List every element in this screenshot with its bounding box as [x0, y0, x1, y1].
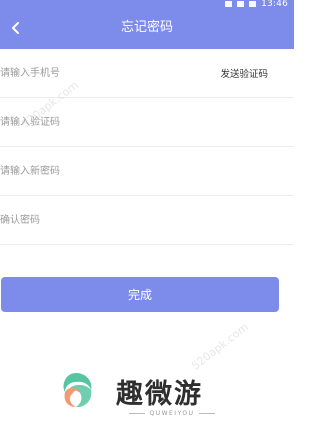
quweiyou-logo-icon	[63, 373, 92, 408]
page-title: 忘记密码	[120, 20, 173, 35]
new-password-row	[0, 147, 294, 196]
status-time: 13:46	[261, 0, 288, 9]
brand-subtitle: QUWEIYOU	[122, 410, 222, 417]
phone-input[interactable]	[0, 63, 190, 83]
code-row	[0, 98, 294, 147]
verification-code-input[interactable]	[0, 112, 190, 132]
submit-button[interactable]: 完成	[1, 277, 279, 312]
status-bar: 13:46	[225, 0, 288, 9]
new-password-input[interactable]	[0, 161, 190, 181]
wifi-icon	[225, 1, 233, 7]
phone-row: 发送验证码	[0, 49, 294, 98]
send-code-button[interactable]: 发送验证码	[220, 66, 268, 80]
brand-name: 趣微游	[116, 379, 203, 410]
app-header: 13:46 忘记密码	[0, 0, 294, 56]
confirm-password-row	[0, 196, 294, 245]
battery-icon	[249, 1, 257, 7]
watermark: 520apk.com	[189, 320, 251, 373]
signal-icon	[237, 1, 245, 7]
reset-password-form: 发送验证码	[0, 49, 294, 245]
confirm-password-input[interactable]	[0, 210, 190, 230]
